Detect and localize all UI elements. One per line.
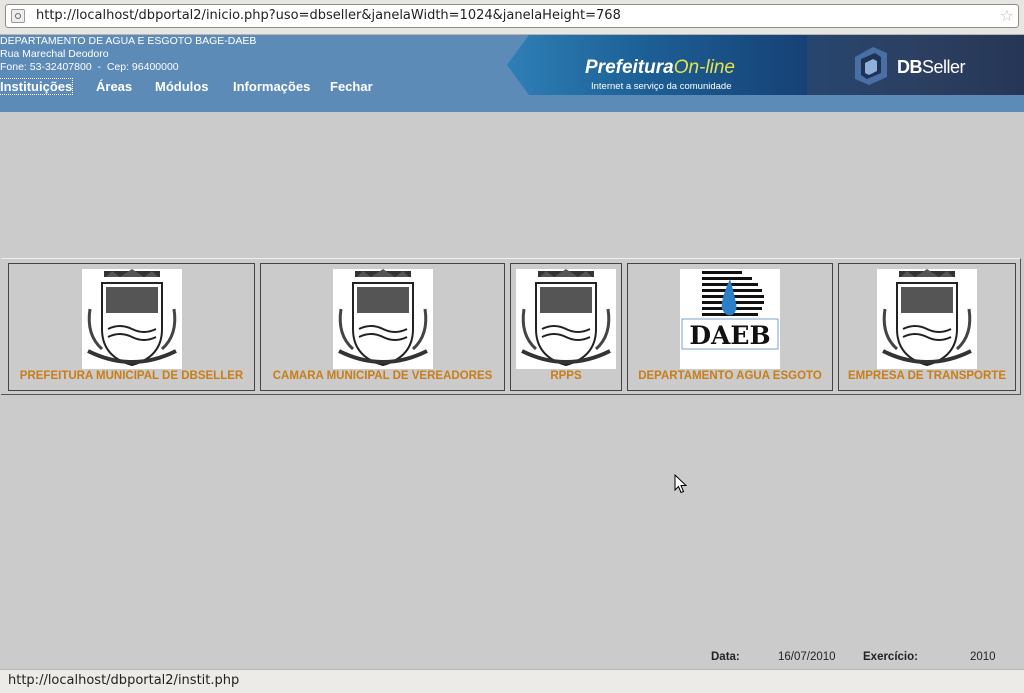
daeb-logo-icon: DAEB xyxy=(680,269,780,369)
date-value: 16/07/2010 xyxy=(778,651,836,663)
coat-of-arms-icon xyxy=(333,269,433,369)
institution-name[interactable]: PREFEITURA MUNICIPAL DE DBSELLER xyxy=(9,370,254,382)
institution-card-prefeitura[interactable]: PREFEITURA MUNICIPAL DE DBSELLER xyxy=(8,263,255,391)
status-url: http://localhost/dbportal2/instit.php xyxy=(8,673,240,688)
organization-name: DEPARTAMENTO DE AGUA E ESGOTO BAGE-DAEB xyxy=(0,35,257,47)
prefeitura-logo-text: Prefeitura xyxy=(585,57,674,78)
page-header: DEPARTAMENTO DE AGUA E ESGOTO BAGE-DAEB … xyxy=(0,35,1024,112)
institution-card-camara[interactable]: CAMARA MUNICIPAL DE VEREADORES xyxy=(260,263,505,391)
organization-info: DEPARTAMENTO DE AGUA E ESGOTO BAGE-DAEB … xyxy=(0,35,256,74)
menu-instituicoes[interactable]: Instituições xyxy=(0,78,74,95)
online-logo-text: On-line xyxy=(673,57,735,78)
institution-name[interactable]: DEPARTAMENTO AGUA ESGOTO xyxy=(628,370,832,382)
menu-fechar[interactable]: Fechar xyxy=(330,79,373,94)
browser-toolbar: http://localhost/dbportal2/inicio.php?us… xyxy=(0,0,1024,35)
menu-modulos[interactable]: Módulos xyxy=(155,79,208,94)
site-identity-icon[interactable] xyxy=(11,9,25,23)
mouse-cursor-icon xyxy=(674,474,688,494)
year-value: 2010 xyxy=(970,651,996,663)
address-bar-url[interactable]: http://localhost/dbportal2/inicio.php?us… xyxy=(36,8,621,23)
dbseller-logo-icon xyxy=(855,47,887,85)
organization-address: Rua Marechal Deodoro xyxy=(0,48,109,60)
browser-status-bar: http://localhost/dbportal2/instit.php xyxy=(0,669,1024,693)
menu-areas[interactable]: Áreas xyxy=(96,79,132,94)
institution-name[interactable]: CAMARA MUNICIPAL DE VEREADORES xyxy=(261,370,504,382)
daeb-logo-text: DAEB xyxy=(689,321,770,350)
year-label: Exercício: xyxy=(863,651,918,663)
organization-phone: Fone: 53-32407800 - Cep: 96400000 xyxy=(0,61,179,73)
institution-card-transporte[interactable]: EMPRESA DE TRANSPORTE xyxy=(838,263,1016,391)
institution-name[interactable]: EMPRESA DE TRANSPORTE xyxy=(839,370,1015,382)
header-banner: PrefeituraOn-line Internet a serviço da … xyxy=(507,35,1024,95)
institution-name[interactable]: RPPS xyxy=(511,370,621,382)
coat-of-arms-icon xyxy=(877,269,977,369)
date-label: Data: xyxy=(711,651,740,663)
institution-card-rpps[interactable]: RPPS xyxy=(510,263,622,391)
address-bar[interactable]: http://localhost/dbportal2/inicio.php?us… xyxy=(5,4,1019,28)
coat-of-arms-icon xyxy=(82,269,182,369)
menu-informacoes[interactable]: Informações xyxy=(233,79,310,94)
coat-of-arms-icon xyxy=(516,269,616,369)
prefeitura-online-logo: PrefeituraOn-line xyxy=(585,57,735,79)
dbseller-logo-text: DBSeller xyxy=(897,57,966,77)
institution-card-daeb[interactable]: DAEB DEPARTAMENTO AGUA ESGOTO xyxy=(627,263,833,391)
prefeitura-slogan: Internet a serviço da comunidade xyxy=(591,81,732,92)
bookmark-star-icon[interactable]: ☆ xyxy=(1000,6,1014,26)
